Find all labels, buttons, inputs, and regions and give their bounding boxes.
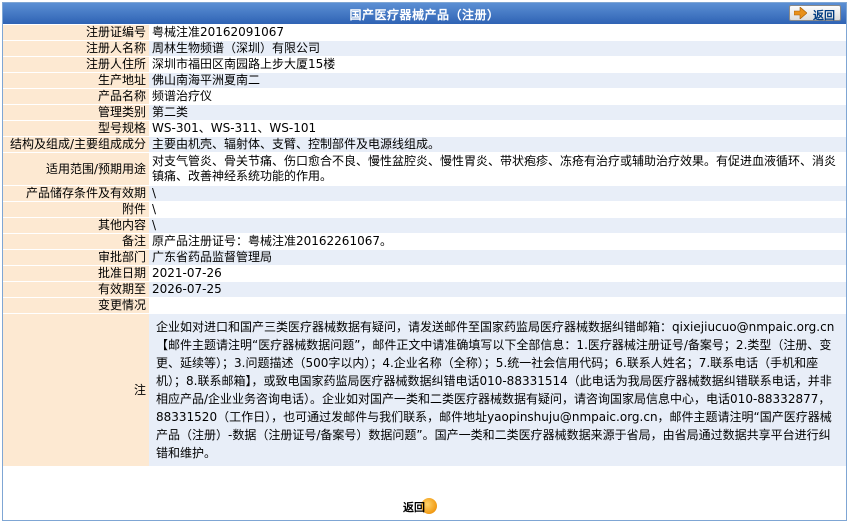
field-value: WS-301、WS-311、WS-101	[149, 120, 846, 137]
field-value: \	[149, 201, 846, 218]
table-row: 生产地址 佛山南海平洲夏南二	[3, 72, 846, 89]
field-label: 审批部门	[3, 249, 149, 266]
field-value: 佛山南海平洲夏南二	[149, 72, 846, 89]
field-value: 频谱治疗仪	[149, 88, 846, 105]
table-row: 备注 原产品注册证号：粤械注准20162261067。	[3, 233, 846, 250]
field-label: 产品名称	[3, 88, 149, 105]
field-label: 生产地址	[3, 72, 149, 89]
title-bar: 国产医疗器械产品（注册） 返回	[3, 3, 846, 24]
table-row: 注册证编号 粤械注准20162091067	[3, 25, 846, 41]
field-label: 管理类别	[3, 104, 149, 121]
field-label: 注册证编号	[3, 25, 149, 41]
table-row: 审批部门 广东省药品监督管理局	[3, 249, 846, 266]
field-label: 变更情况	[3, 297, 149, 314]
field-value: 对支气管炎、骨关节痛、伤口愈合不良、慢性盆腔炎、慢性胃炎、带状疱疹、冻疮有治疗或…	[149, 152, 846, 186]
page-title: 国产医疗器械产品（注册）	[349, 8, 500, 22]
note-cell: 企业如对进口和国产三类医疗器械数据有疑问，请发送邮件至国家药监局医疗器械数据纠错…	[149, 313, 846, 467]
field-label: 型号规格	[3, 120, 149, 137]
table-row: 其他内容 \	[3, 217, 846, 234]
table-row: 型号规格 WS-301、WS-311、WS-101	[3, 120, 846, 137]
table-row: 批准日期 2021-07-26	[3, 265, 846, 282]
field-label: 注册人住所	[3, 56, 149, 73]
field-value	[149, 297, 846, 314]
field-label: 有效期至	[3, 281, 149, 298]
back-button-bottom[interactable]: 返回	[403, 496, 437, 516]
note-text: 企业如对进口和国产三类医疗器械数据有疑问，请发送邮件至国家药监局医疗器械数据纠错…	[156, 320, 835, 460]
field-label: 备注	[3, 233, 149, 250]
back-button-bottom-label: 返回	[403, 501, 425, 514]
field-label: 适用范围/预期用途	[3, 152, 149, 186]
table-row: 注册人住所 深圳市福田区南园路上步大厦15楼	[3, 56, 846, 73]
table-row: 有效期至 2026-07-25	[3, 281, 846, 298]
arrow-right-icon	[794, 7, 807, 19]
field-value: 第二类	[149, 104, 846, 121]
field-value: 原产品注册证号：粤械注准20162261067。	[149, 233, 846, 250]
note-label: 注	[3, 313, 149, 467]
field-label: 批准日期	[3, 265, 149, 282]
field-label: 注册人名称	[3, 40, 149, 57]
field-value: 广东省药品监督管理局	[149, 249, 846, 266]
table-row: 附件 \	[3, 201, 846, 218]
field-label: 产品储存条件及有效期	[3, 185, 149, 202]
field-label: 其他内容	[3, 217, 149, 234]
field-value: 周林生物频谱（深圳）有限公司	[149, 40, 846, 57]
table-row: 注册人名称 周林生物频谱（深圳）有限公司	[3, 40, 846, 57]
field-value: 深圳市福田区南园路上步大厦15楼	[149, 56, 846, 73]
table-row: 适用范围/预期用途 对支气管炎、骨关节痛、伤口愈合不良、慢性盆腔炎、慢性胃炎、带状…	[3, 152, 846, 186]
note-row: 注 企业如对进口和国产三类医疗器械数据有疑问，请发送邮件至国家药监局医疗器械数据…	[3, 313, 846, 467]
back-button-top[interactable]: 返回	[789, 5, 841, 22]
field-label: 附件	[3, 201, 149, 218]
field-value: \	[149, 185, 846, 202]
table-row: 结构及组成/主要组成成分 主要由机壳、辐射体、支臂、控制部件及电源线组成。	[3, 136, 846, 153]
field-value: 主要由机壳、辐射体、支臂、控制部件及电源线组成。	[149, 136, 846, 153]
registration-table: 注册证编号 粤械注准20162091067 注册人名称 周林生物频谱（深圳）有限公司…	[3, 25, 846, 467]
table-row: 产品名称 频谱治疗仪	[3, 88, 846, 105]
field-label: 结构及组成/主要组成成分	[3, 136, 149, 153]
field-value: 粤械注准20162091067	[149, 25, 846, 41]
field-value: \	[149, 217, 846, 234]
table-row: 管理类别 第二类	[3, 104, 846, 121]
field-value: 2021-07-26	[149, 265, 846, 282]
table-row: 产品储存条件及有效期 \	[3, 185, 846, 202]
table-row: 变更情况	[3, 297, 846, 314]
record-panel: 国产医疗器械产品（注册） 返回 注册证编号 粤械注准20162091067 注册人…	[2, 2, 847, 521]
back-button-label: 返回	[813, 9, 835, 22]
field-value: 2026-07-25	[149, 281, 846, 298]
